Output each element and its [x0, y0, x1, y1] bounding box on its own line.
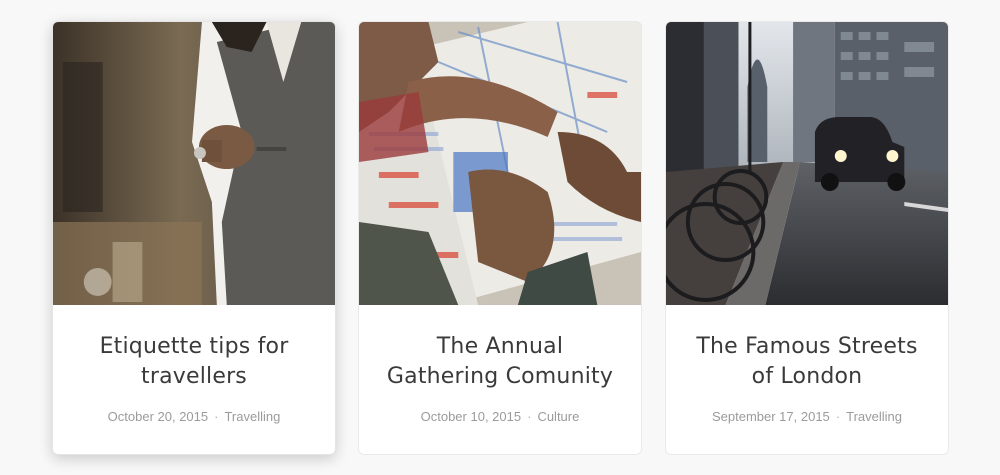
meta-separator: ·: [835, 409, 841, 424]
post-image-man-in-vest[interactable]: [53, 22, 335, 305]
post-meta: October 10, 2015 · Culture: [369, 409, 631, 424]
post-category-link[interactable]: Travelling: [846, 409, 902, 424]
post-date: October 10, 2015: [420, 409, 522, 424]
post-card[interactable]: The Famous Streets of London September 1…: [665, 21, 949, 455]
post-title[interactable]: The Famous Streets of London: [686, 332, 928, 392]
post-title[interactable]: The Annual Gathering Comunity: [379, 332, 621, 392]
post-date: October 20, 2015: [107, 409, 209, 424]
post-category-link[interactable]: Travelling: [224, 409, 280, 424]
post-image-london-street[interactable]: [666, 22, 948, 305]
post-meta: October 20, 2015 · Travelling: [63, 409, 325, 424]
post-meta: September 17, 2015 · Travelling: [676, 409, 938, 424]
post-title[interactable]: Etiquette tips for travellers: [73, 332, 315, 392]
post-image-map-reading[interactable]: [359, 22, 641, 305]
post-card[interactable]: The Annual Gathering Comunity October 10…: [358, 21, 642, 455]
post-category-link[interactable]: Culture: [537, 409, 579, 424]
post-date: September 17, 2015: [711, 409, 830, 424]
meta-separator: ·: [527, 409, 532, 424]
meta-separator: ·: [214, 409, 219, 424]
post-card[interactable]: Etiquette tips for travellers October 20…: [52, 21, 336, 455]
